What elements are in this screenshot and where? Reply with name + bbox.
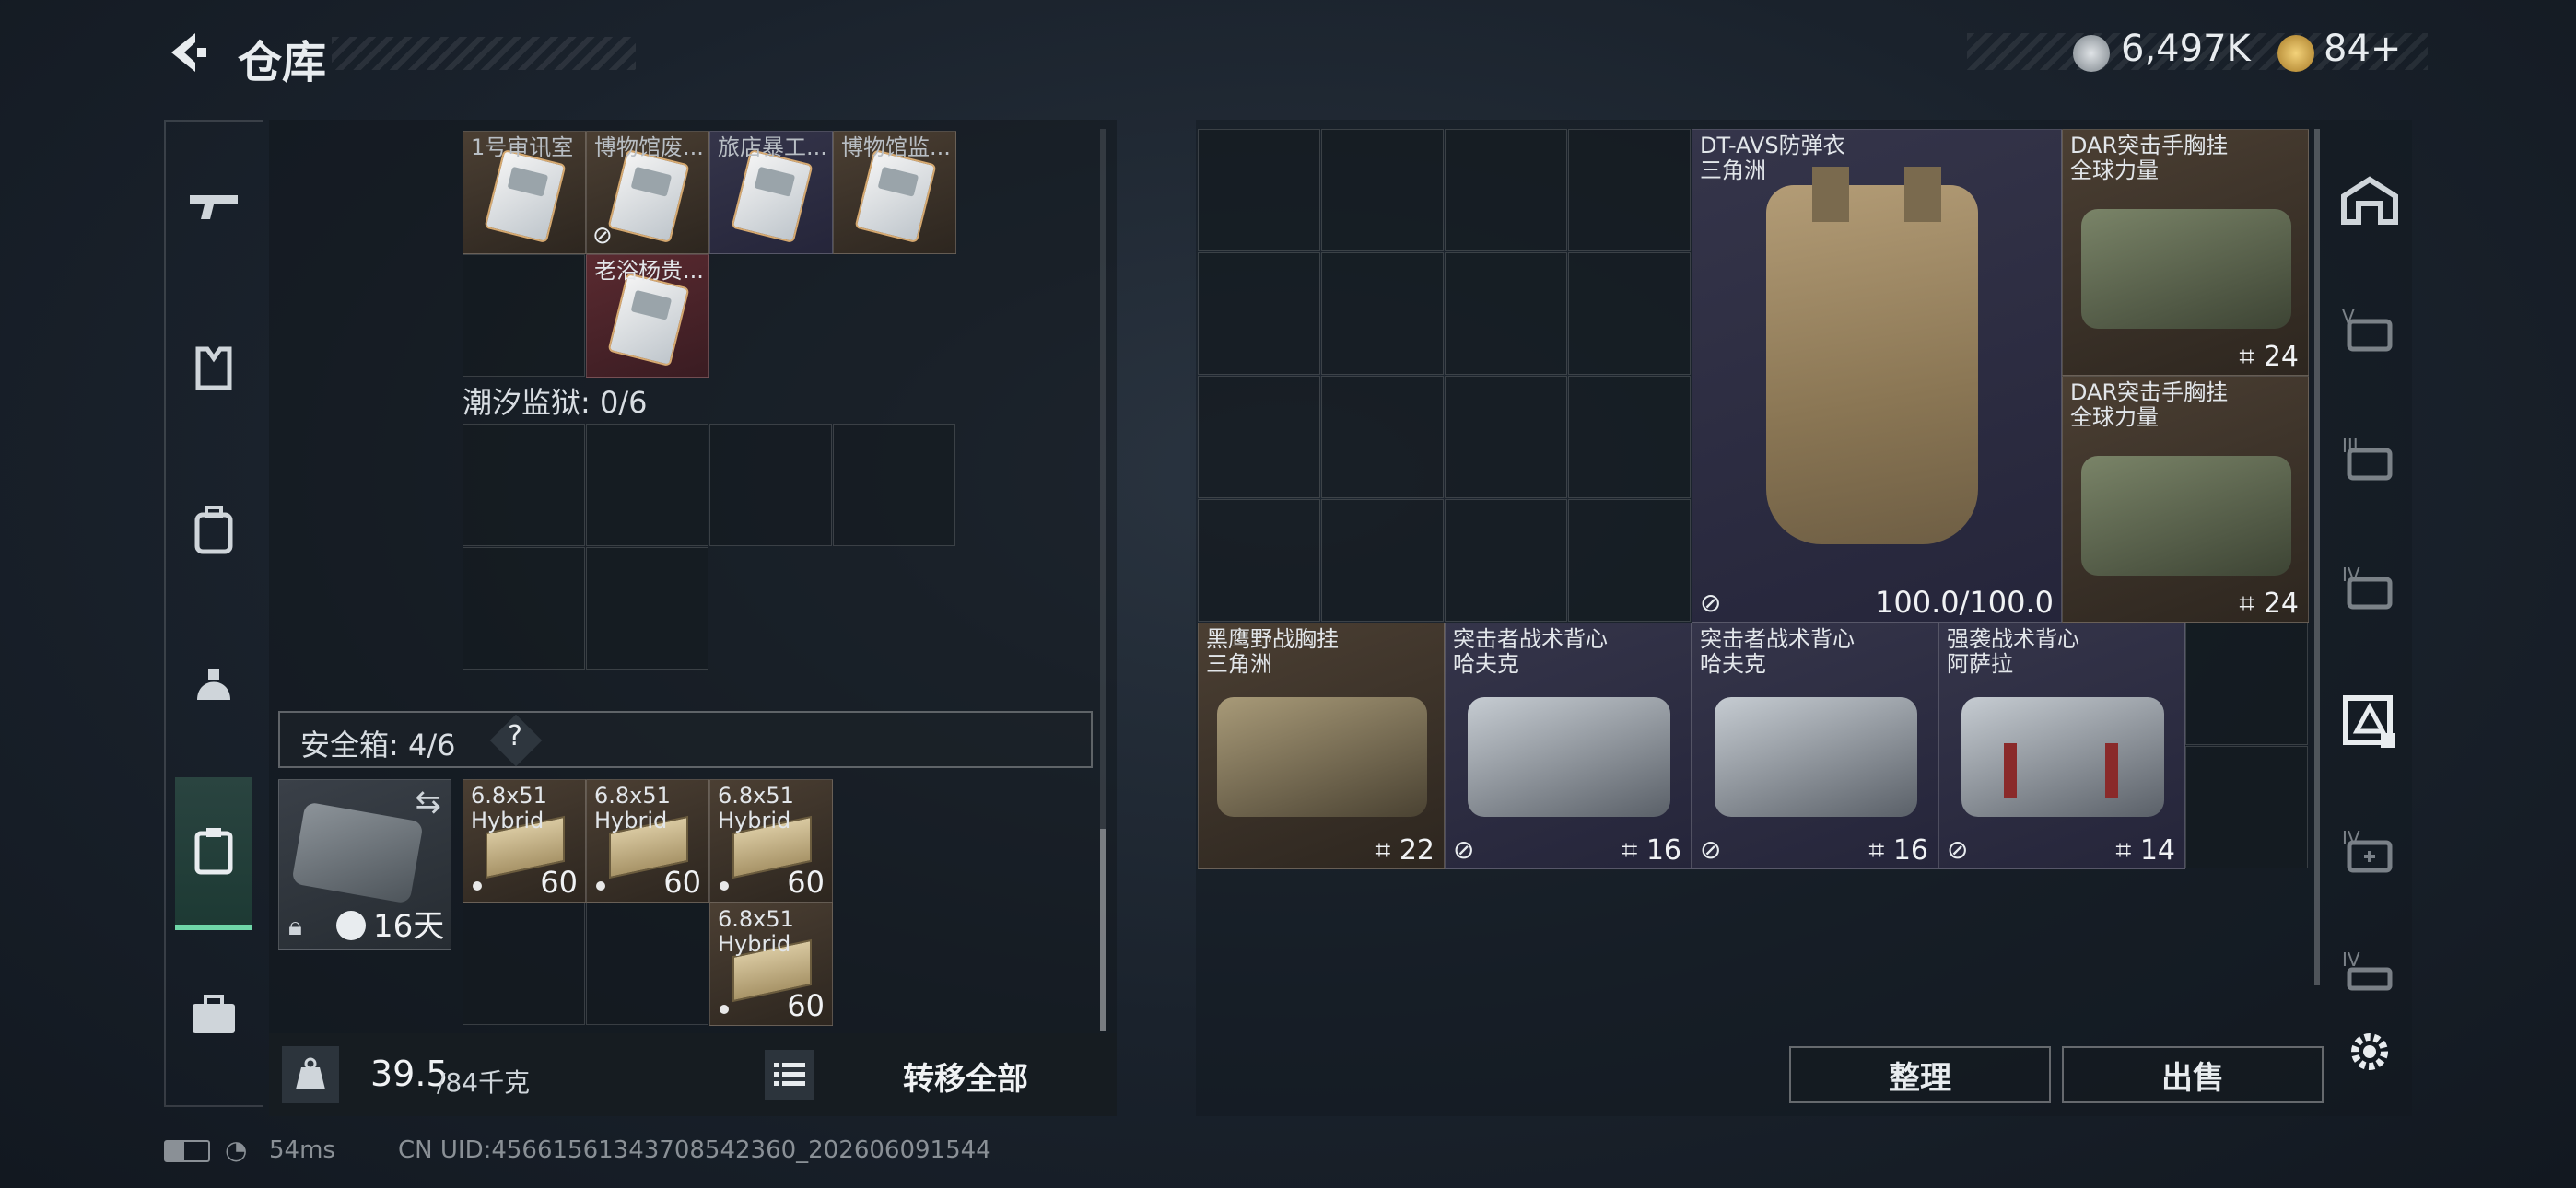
keycard-item[interactable]: 老浴杨贵... <box>586 254 709 378</box>
sort-button[interactable]: 整理 <box>1789 1046 2051 1103</box>
storage-iii-icon: III <box>2342 435 2393 481</box>
no-insure-icon: ⊘ <box>1700 588 1722 618</box>
vest-slots: 16 <box>1892 834 1928 867</box>
storage-iv-flat-icon: IV <box>2342 949 2393 991</box>
ammo-item[interactable]: 6.8x51 Hybrid 60 <box>586 779 709 903</box>
safebox-item[interactable]: ⇆ 🔒︎ 16天 <box>278 779 451 950</box>
keycard-item[interactable]: 旅店暴工... <box>709 131 833 254</box>
sell-button[interactable]: 出售 <box>2062 1046 2324 1103</box>
no-insure-icon: ⊘ <box>592 222 613 250</box>
vest-item[interactable]: 强袭战术背心 阿萨拉 ⊘ ⌗ 14 <box>1938 623 2185 869</box>
swap-icon: ⇆ <box>415 784 442 821</box>
helmet-icon <box>197 669 230 700</box>
keycard-item[interactable]: 博物馆监... <box>833 131 956 254</box>
lock-icon: 🔒︎ <box>288 911 302 941</box>
vest-slots: 22 <box>1399 834 1434 867</box>
rig-image <box>2081 209 2291 329</box>
category-helmet[interactable] <box>175 650 252 728</box>
list-icon[interactable] <box>765 1050 814 1100</box>
currency-silver: 6,497K <box>2121 28 2251 70</box>
armor-image <box>1766 185 1978 544</box>
storage-tab-6[interactable]: IV <box>2331 810 2408 888</box>
category-weapon[interactable] <box>175 168 252 245</box>
storage-tab-2[interactable]: V <box>2331 289 2408 367</box>
vest-image <box>1961 697 2164 817</box>
equipment-grid: DT-AVS防弹衣 三角洲 ⊘ 100.0/100.0 DAR突击手胸挂 全球力量 … <box>1198 129 2309 869</box>
vest-slots: 16 <box>1645 834 1681 867</box>
backpack-icon <box>194 506 233 554</box>
weight-icon <box>282 1046 339 1103</box>
ammo-item[interactable]: 6.8x51 Hybrid 60 <box>709 779 833 903</box>
category-rig[interactable] <box>175 330 252 407</box>
safebox-time: 16天 <box>373 908 445 945</box>
category-sidebar <box>164 120 263 1107</box>
vest-item[interactable]: 突击者战术背心 哈夫克 ⊘ ⌗ 16 <box>1692 623 1938 869</box>
vest-item[interactable]: 突击者战术背心 哈夫克 ⊘ ⌗ 16 <box>1445 623 1692 869</box>
help-icon[interactable]: ? <box>508 720 522 752</box>
rig-image <box>2081 456 2291 576</box>
storage-tab-7[interactable]: IV <box>2331 932 2408 1009</box>
armor-durability: 100.0/100.0 <box>1875 585 2054 620</box>
gear-icon <box>2351 1033 2388 1070</box>
back-button[interactable] <box>164 29 210 76</box>
vest-icon <box>195 346 232 390</box>
clock-icon <box>336 911 366 940</box>
ammo-item[interactable]: 6.8x51 Hybrid 60 <box>463 779 586 903</box>
weight-unit: /84千克 <box>437 1067 531 1098</box>
safebox-icon <box>194 828 233 875</box>
silver-coin-icon <box>2073 35 2110 72</box>
no-insure-icon: ⊘ <box>1700 834 1722 865</box>
rig-slots: 24 <box>2263 341 2299 373</box>
keycard-grid: 1号审讯室 博物馆废... ⊘ 旅店暴工... 博物馆监... 老浴杨贵... <box>463 131 956 378</box>
storage-tab-1[interactable] <box>2331 162 2408 239</box>
left-scrollbar[interactable] <box>1100 829 1106 1031</box>
ping-text: 54ms <box>269 1136 335 1164</box>
battery-icon <box>164 1140 210 1162</box>
page-title: 仓库 <box>238 37 327 88</box>
settings-button[interactable] <box>2331 1013 2408 1090</box>
no-insure-icon: ⊘ <box>1453 834 1475 865</box>
storage-iv-icon: IV <box>2342 564 2393 610</box>
right-scrollbar[interactable] <box>2314 129 2320 985</box>
ammo-item[interactable]: 6.8x51 Hybrid 60 <box>709 903 833 1026</box>
gun-icon <box>190 195 238 219</box>
vest-item[interactable]: 黑鹰野战胸挂 三角洲 ⌗ 22 <box>1198 623 1445 869</box>
uid-text: CN UID:4566156134370854236​0_20260609154… <box>398 1136 991 1164</box>
category-backpack[interactable] <box>175 492 252 569</box>
rig-slots: 24 <box>2263 588 2299 620</box>
keycard-item[interactable]: 博物馆废... ⊘ <box>586 131 709 254</box>
currency-gold[interactable]: 84+ <box>2324 28 2401 70</box>
title-decoration <box>332 37 636 70</box>
storage-tab-5[interactable] <box>2331 683 2408 761</box>
safebox-grid: 6.8x51 Hybrid 60 6.8x51 Hybrid 60 6.8x51 Hybr… <box>463 779 833 1026</box>
category-safebox[interactable] <box>175 777 252 930</box>
armor-item[interactable]: DT-AVS防弹衣 三角洲 ⊘ 100.0/100.0 <box>1692 129 2062 623</box>
transfer-all-button[interactable]: 转移全部 <box>903 1054 1028 1099</box>
briefcase-icon <box>193 995 235 1033</box>
zone-grid <box>463 424 956 670</box>
keycard-item[interactable]: 1号审讯室 <box>463 131 586 254</box>
no-insure-icon: ⊘ <box>1947 834 1969 865</box>
warehouse-icon <box>2341 176 2398 225</box>
weight-bar: 39.5 /84千克 转移全部 <box>269 1033 1117 1116</box>
category-case[interactable] <box>175 976 252 1054</box>
safebox-header: 安全箱: 4/6 ? <box>278 711 1093 768</box>
storage-iv-plus-icon: IV <box>2342 827 2393 873</box>
vest-image <box>1217 697 1427 817</box>
storage-tab-4[interactable]: IV <box>2331 547 2408 624</box>
zone-label: 潮汐监狱: 0/6 <box>463 385 648 420</box>
safebox-label: 安全箱: 4/6 <box>300 728 456 763</box>
rig-item[interactable]: DAR突击手胸挂 全球力量 ⌗ 24 <box>2062 129 2309 376</box>
gold-coin-icon <box>2277 35 2314 72</box>
svg-text:IV: IV <box>2342 949 2360 971</box>
vest-image <box>1715 697 1917 817</box>
vest-image <box>1468 697 1670 817</box>
storage-tab-3[interactable]: III <box>2331 418 2408 495</box>
wifi-icon: ◔ <box>225 1135 248 1165</box>
rig-item[interactable]: DAR突击手胸挂 全球力量 ⌗ 24 <box>2062 376 2309 623</box>
vest-slots: 14 <box>2139 834 2175 867</box>
storage-v-icon: V <box>2342 306 2393 352</box>
storage-active-icon <box>2343 695 2395 748</box>
safebox-image <box>291 801 424 904</box>
